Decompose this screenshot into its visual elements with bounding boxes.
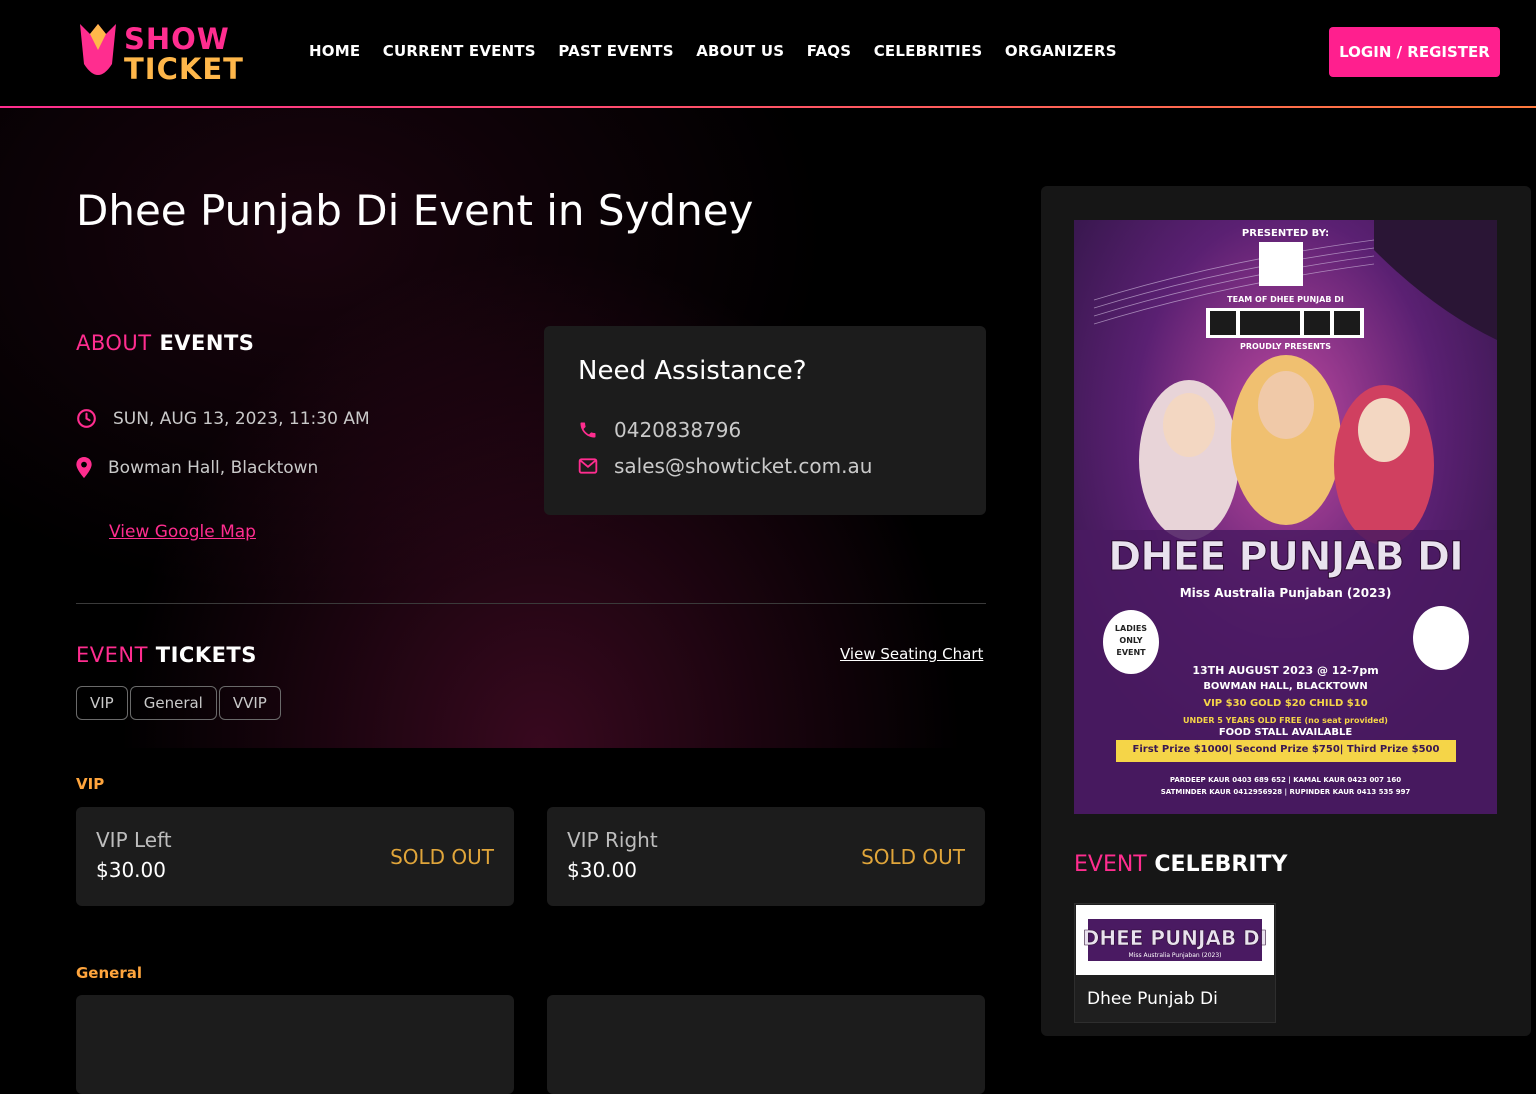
view-seating-chart-link[interactable]: View Seating Chart bbox=[840, 645, 983, 663]
ticket-category-vip: VIP bbox=[76, 775, 105, 793]
site-logo[interactable]: SHOW TICKET bbox=[76, 18, 243, 88]
celebrity-name: Dhee Punjab Di bbox=[1087, 989, 1218, 1009]
assistance-card: Need Assistance? 0420838796 sales@showti… bbox=[544, 326, 986, 515]
tickets-heading-accent: EVENT bbox=[76, 643, 148, 667]
about-events-heading: ABOUT EVENTS bbox=[76, 331, 254, 355]
event-poster: PRESENTED BY: TEAM OF DHEE PUNJAB DI PRO… bbox=[1074, 220, 1497, 814]
poster-subtitle: Miss Australia Punjaban (2023) bbox=[1179, 586, 1392, 600]
ticket-card-vip-right[interactable]: VIP Right $30.00 SOLD OUT bbox=[547, 807, 985, 906]
ticket-name: VIP Left bbox=[96, 828, 172, 852]
ticket-price: $30.00 bbox=[96, 858, 166, 882]
nav-past-events[interactable]: PAST EVENTS bbox=[558, 42, 673, 60]
poster-prizes: First Prize $1000| Second Prize $750| Th… bbox=[1132, 744, 1440, 755]
event-datetime-row: SUN, AUG 13, 2023, 11:30 AM bbox=[76, 408, 370, 429]
assistance-phone: 0420838796 bbox=[614, 418, 742, 442]
logo-text-show: SHOW bbox=[124, 22, 230, 56]
celebrity-image-subtitle: Miss Australia Punjaban (2023) bbox=[1128, 952, 1221, 959]
nav-organizers[interactable]: ORGANIZERS bbox=[1005, 42, 1117, 60]
logo-text-ticket: TICKET bbox=[124, 52, 244, 86]
envelope-icon bbox=[578, 458, 598, 474]
celebrity-heading-rest: CELEBRITY bbox=[1146, 852, 1288, 877]
poster-prices: VIP $30 GOLD $20 CHILD $10 bbox=[1203, 698, 1368, 709]
celebrity-image: DHEE PUNJAB DI Miss Australia Punjaban (… bbox=[1076, 905, 1274, 975]
nav-home[interactable]: HOME bbox=[309, 42, 360, 60]
nav-current-events[interactable]: CURRENT EVENTS bbox=[383, 42, 536, 60]
phone-icon bbox=[580, 422, 596, 438]
tab-vvip[interactable]: VVIP bbox=[218, 686, 281, 720]
event-title: Dhee Punjab Di Event in Sydney bbox=[76, 186, 754, 235]
celebrity-heading-accent: EVENT bbox=[1074, 852, 1147, 877]
event-venue-row: Bowman Hall, Blacktown bbox=[76, 457, 318, 478]
event-datetime: SUN, AUG 13, 2023, 11:30 AM bbox=[113, 408, 370, 429]
assistance-phone-row[interactable]: 0420838796 bbox=[578, 418, 741, 442]
login-register-button[interactable]: LOGIN / REGISTER bbox=[1329, 27, 1500, 77]
tab-vip[interactable]: VIP bbox=[76, 686, 128, 720]
poster-team: TEAM OF DHEE PUNJAB DI bbox=[1227, 295, 1344, 304]
about-heading-accent: ABOUT bbox=[76, 331, 152, 355]
nav-about-us[interactable]: ABOUT US bbox=[696, 42, 784, 60]
ticket-status: SOLD OUT bbox=[861, 845, 965, 869]
poster-presented-by: PRESENTED BY: bbox=[1241, 228, 1330, 239]
ticket-name: VIP Right bbox=[567, 828, 658, 852]
celebrity-image-title: DHEE PUNJAB DI bbox=[1083, 926, 1267, 950]
poster-venue: BOWMAN HALL, BLACKTOWN bbox=[1203, 681, 1368, 692]
poster-free: UNDER 5 YEARS OLD FREE (no seat provided… bbox=[1183, 716, 1388, 725]
site-header: SHOW TICKET HOME CURRENT EVENTS PAST EVE… bbox=[0, 0, 1536, 106]
event-celebrity-heading: EVENT CELEBRITY bbox=[1074, 852, 1287, 877]
poster-title: DHEE PUNJAB DI bbox=[1108, 534, 1465, 581]
poster-food: FOOD STALL AVAILABLE bbox=[1218, 727, 1353, 738]
ticket-category-tabs: VIP General VVIP bbox=[76, 686, 283, 720]
poster-proudly: PROUDLY PRESENTS bbox=[1239, 342, 1332, 351]
event-tickets-heading: EVENT TICKETS bbox=[76, 643, 257, 667]
assistance-title: Need Assistance? bbox=[578, 356, 807, 386]
view-google-map-link[interactable]: View Google Map bbox=[109, 522, 256, 542]
nav-celebrities[interactable]: CELEBRITIES bbox=[874, 42, 983, 60]
celebrity-card[interactable]: DHEE PUNJAB DI Miss Australia Punjaban (… bbox=[1074, 903, 1276, 1023]
event-venue: Bowman Hall, Blacktown bbox=[108, 457, 319, 478]
poster-badge: LADIES ONLY EVENT bbox=[1114, 624, 1148, 657]
about-heading-rest: EVENTS bbox=[151, 331, 255, 355]
assistance-email-row[interactable]: sales@showticket.com.au bbox=[578, 454, 872, 478]
ticket-card-vip-left[interactable]: VIP Left $30.00 SOLD OUT bbox=[76, 807, 514, 906]
poster-contact-2: SATMINDER KAUR 0412956928 | RUPINDER KAU… bbox=[1160, 788, 1411, 796]
location-pin-icon bbox=[76, 457, 92, 478]
tab-general[interactable]: General bbox=[129, 686, 217, 720]
clock-icon bbox=[77, 409, 96, 428]
poster-date: 13TH AUGUST 2023 @ 12-7pm bbox=[1192, 664, 1379, 677]
ticket-price: $30.00 bbox=[567, 858, 637, 882]
section-divider bbox=[76, 603, 986, 604]
poster-contact-1: PARDEEP KAUR 0403 689 652 | KAMAL KAUR 0… bbox=[1169, 776, 1402, 784]
main-nav: HOME CURRENT EVENTS PAST EVENTS ABOUT US… bbox=[309, 42, 1139, 60]
logo-mark-icon bbox=[80, 24, 116, 75]
tickets-heading-rest: TICKETS bbox=[147, 643, 257, 667]
ticket-category-general: General bbox=[76, 964, 142, 982]
ticket-status: SOLD OUT bbox=[390, 845, 494, 869]
ticket-card-general-right[interactable] bbox=[547, 995, 985, 1094]
ticket-card-general-left[interactable] bbox=[76, 995, 514, 1094]
assistance-email: sales@showticket.com.au bbox=[614, 454, 873, 478]
nav-faqs[interactable]: FAQS bbox=[807, 42, 852, 60]
